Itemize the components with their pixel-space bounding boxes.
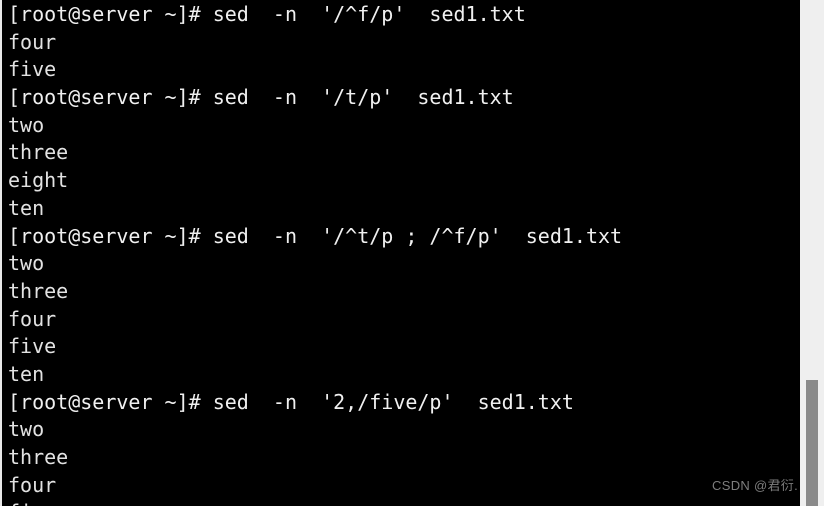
- terminal-output-line: two: [8, 251, 45, 276]
- terminal-command-line: [root@server ~]# sed -n '/t/p' sed1.txt: [8, 85, 514, 110]
- terminal-output-line: four: [8, 29, 57, 54]
- terminal-output-line: five: [8, 499, 798, 506]
- terminal-output-line: five: [8, 57, 57, 82]
- terminal-output-line: eight: [8, 168, 69, 193]
- terminal-output-lines: [root@server ~]# sed -n '/^f/p' sed1.txt…: [8, 1, 798, 506]
- watermark-label: CSDN @君衍.: [712, 478, 798, 493]
- terminal-output-line: three: [8, 278, 69, 303]
- terminal-output-line: three: [8, 445, 69, 469]
- terminal-command-line: [root@server ~]# sed -n '2,/five/p' sed1…: [8, 389, 574, 414]
- terminal-output-line: ten: [8, 361, 45, 386]
- terminal-output-line: three: [8, 140, 69, 165]
- terminal-window: [root@server ~]# sed -n '/^f/p' sed1.txt…: [0, 0, 824, 506]
- scrollbar-thumb[interactable]: [806, 380, 818, 506]
- terminal-screen[interactable]: [root@server ~]# sed -n '/^f/p' sed1.txt…: [2, 0, 800, 506]
- terminal-output-line: four: [8, 472, 57, 497]
- terminal-output-line: five: [8, 334, 57, 359]
- terminal-command-line: [root@server ~]# sed -n '/^t/p ; /^f/p' …: [8, 223, 623, 248]
- terminal-output-line: two: [8, 417, 45, 442]
- terminal-output-line: four: [8, 306, 57, 331]
- terminal-command-line: [root@server ~]# sed -n '/^f/p' sed1.txt: [8, 2, 526, 26]
- terminal-output-line: ten: [8, 195, 45, 220]
- vertical-scrollbar[interactable]: [800, 0, 824, 506]
- terminal-output-line: two: [8, 112, 45, 137]
